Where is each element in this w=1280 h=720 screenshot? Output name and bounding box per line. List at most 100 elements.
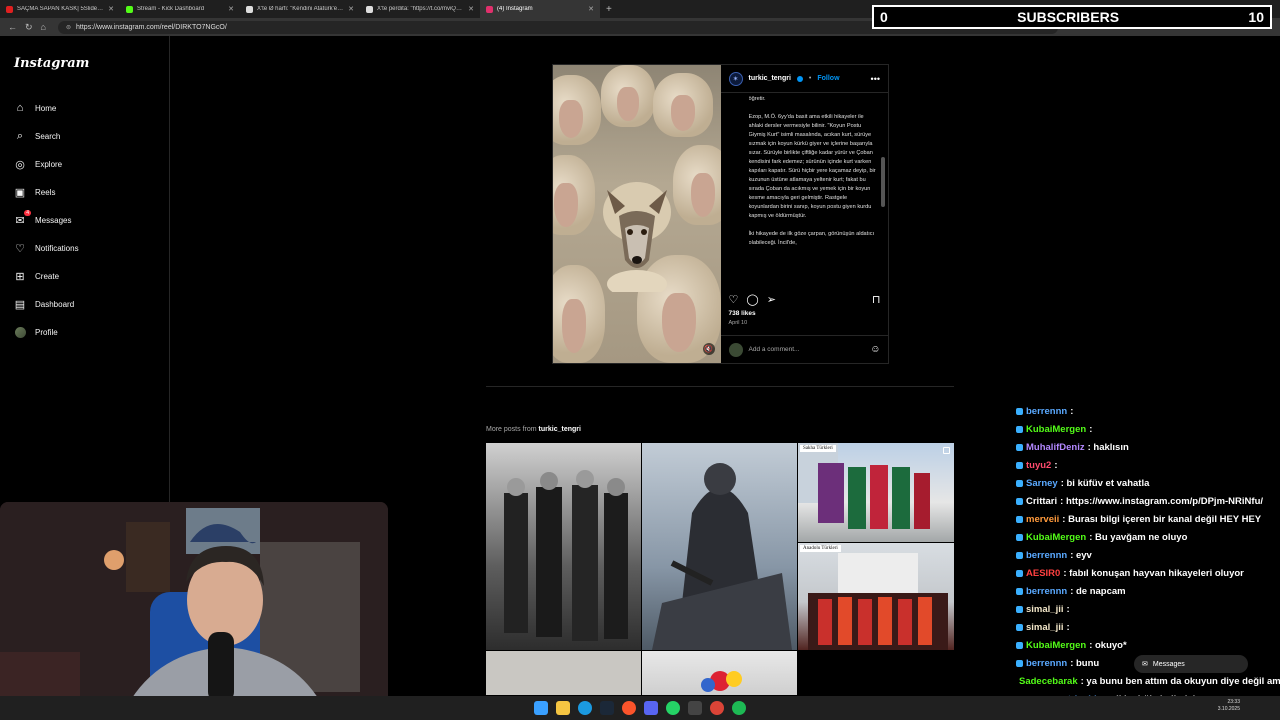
sidebar-item-explore[interactable]: ◎ Explore [14, 150, 79, 178]
more-posts-username[interactable]: turkic_tengri [539, 426, 581, 433]
chat-text: : [1054, 459, 1058, 471]
start-icon[interactable] [534, 701, 548, 715]
chat-badge-icon [1016, 605, 1023, 613]
sidebar-item-notifications[interactable]: ♡ Notifications [14, 234, 79, 262]
verified-badge-icon [796, 75, 803, 82]
close-tab-icon[interactable]: ✕ [348, 5, 354, 13]
sidebar-item-label: Dashboard [35, 299, 75, 309]
chat-username[interactable]: simal_jii [1026, 622, 1064, 633]
comment-composer: Add a comment... ☺ [720, 335, 889, 363]
chat-message: Crittari: https://www.instagram.com/p/DP… [1016, 492, 1280, 510]
chat-username[interactable]: Crittari [1026, 496, 1057, 507]
browser-tab[interactable]: Stream - Kick Dashboard ✕ [120, 0, 240, 18]
author-username[interactable]: turkic_tengri [749, 75, 791, 82]
chat-badge-icon [1016, 515, 1023, 523]
steam-icon[interactable] [600, 701, 614, 715]
back-icon[interactable]: ← [8, 22, 17, 32]
whatsapp-icon[interactable] [666, 701, 680, 715]
browser-tab[interactable]: X'te perdita: "https://t.co/mviQn... ✕ [360, 0, 480, 18]
chat-username[interactable]: berrennn [1026, 550, 1067, 561]
post-caption: öğretir. Ezop, M.Ö. 6yy'da basit ama etki… [749, 95, 877, 283]
chat-username[interactable]: simal_jii [1026, 604, 1064, 615]
sidebar-item-dashboard[interactable]: ▤ Dashboard [14, 290, 79, 318]
share-icon[interactable]: ➢ [767, 293, 776, 306]
webcam-feed [0, 502, 388, 720]
edge-icon[interactable] [578, 701, 592, 715]
chrome-icon[interactable] [710, 701, 724, 715]
spotify-icon[interactable] [732, 701, 746, 715]
chat-username[interactable]: KubaiMergen [1026, 640, 1086, 651]
more-options-icon[interactable]: ••• [871, 74, 880, 84]
grid-post-1[interactable] [486, 443, 641, 650]
system-clock[interactable]: 23:33 3.10.2025 [1218, 699, 1240, 713]
discord-icon[interactable] [644, 701, 658, 715]
messages-pill[interactable]: ✉ Messages [1134, 655, 1248, 673]
grid-post-2[interactable] [642, 443, 797, 650]
chat-message: MuhalifDeniz: haklısın [1016, 438, 1280, 456]
chat-username[interactable]: AESIR0 [1026, 568, 1060, 579]
sidebar-item-reels[interactable]: ▣ Reels [14, 178, 79, 206]
comment-icon[interactable]: ◯ [746, 293, 758, 306]
emoji-icon[interactable]: ☺ [870, 344, 880, 355]
file-explorer-icon[interactable] [556, 701, 570, 715]
save-icon[interactable]: ⊓ [872, 293, 881, 306]
post-image[interactable]: 🔇 [553, 65, 721, 363]
grid-post-3[interactable]: Sakha Türkleri [798, 443, 954, 542]
caption-scrollbar[interactable] [881, 95, 885, 283]
home-browser-icon[interactable]: ⌂ [41, 22, 46, 32]
like-icon[interactable]: ♡ [729, 293, 739, 306]
like-count[interactable]: 738 likes [729, 310, 756, 317]
chat-text: : [1070, 405, 1074, 417]
sidebar-item-create[interactable]: ⊞ Create [14, 262, 79, 290]
messages-pill-label: Messages [1152, 660, 1185, 668]
follow-button[interactable]: Follow [817, 75, 839, 82]
sidebar-item-search[interactable]: ⌕ Search [14, 122, 79, 150]
chart-icon: ▤ [14, 298, 26, 311]
chat-username[interactable]: KubaiMergen [1026, 424, 1086, 435]
chat-username[interactable]: tuyu2 [1026, 460, 1051, 471]
chat-username[interactable]: berrennn [1026, 586, 1067, 597]
sidebar-item-profile[interactable]: Profile [14, 318, 79, 346]
close-tab-icon[interactable]: ✕ [468, 5, 474, 13]
close-tab-icon[interactable]: ✕ [108, 5, 114, 13]
browser-tab[interactable]: SAÇMA SAPAN KASK| 5Sliders | ... ✕ [0, 0, 120, 18]
subs-right-count: 10 [1248, 9, 1264, 25]
close-tab-icon[interactable]: ✕ [228, 5, 234, 13]
new-tab-icon[interactable]: + [600, 4, 618, 15]
chat-username[interactable]: Sarney [1026, 478, 1058, 489]
grid-post-6[interactable] [642, 651, 797, 695]
subs-left-count: 0 [880, 9, 888, 25]
sidebar-item-home[interactable]: ⌂ Home [14, 94, 79, 122]
chat-username[interactable]: merveii [1026, 514, 1059, 525]
chat-text: : okuyo* [1089, 639, 1127, 651]
instagram-logo[interactable]: Instagram [14, 56, 89, 71]
browser-tab[interactable]: (4) Instagram ✕ [480, 0, 600, 18]
tab-title: X'te Ø harfi: "Kendini Atatürk'e al... [257, 6, 345, 12]
chat-username[interactable]: berrennn [1026, 406, 1067, 417]
grid-label-anadolu: Anadolu Türkleri [800, 545, 841, 552]
close-tab-icon[interactable]: ✕ [588, 5, 594, 13]
chat-badge-icon [1016, 407, 1023, 415]
app-icon[interactable] [688, 701, 702, 715]
comment-input[interactable]: Add a comment... [749, 346, 800, 353]
grid-post-5[interactable] [486, 651, 641, 695]
chat-username[interactable]: berrennn [1026, 658, 1067, 669]
site-info-icon[interactable]: ⊜ [66, 24, 71, 31]
chat-username[interactable]: MuhalifDeniz [1026, 442, 1085, 453]
chat-message: berrennn: eyv [1016, 546, 1280, 564]
chat-message: KubaiMergen: [1016, 420, 1280, 438]
more-posts-prefix: More posts from [486, 426, 537, 433]
grid-post-4[interactable]: Anadolu Türkleri [798, 543, 954, 650]
mute-icon[interactable]: 🔇 [702, 343, 715, 355]
avatar [14, 326, 26, 338]
author-avatar[interactable]: ✶ [728, 71, 743, 86]
clock-time: 23:33 [1227, 699, 1240, 705]
chat-text: : [1089, 423, 1093, 435]
reload-icon[interactable]: ↻ [25, 22, 33, 33]
browser-tab[interactable]: X'te Ø harfi: "Kendini Atatürk'e al... ✕ [240, 0, 360, 18]
sidebar-item-messages[interactable]: ✉ 4 Messages [14, 206, 79, 234]
notification-badge: 4 [24, 210, 31, 216]
chat-username[interactable]: Sadecebarak [1019, 676, 1078, 687]
chat-username[interactable]: KubaiMergen [1026, 532, 1086, 543]
brave-icon[interactable] [622, 701, 636, 715]
